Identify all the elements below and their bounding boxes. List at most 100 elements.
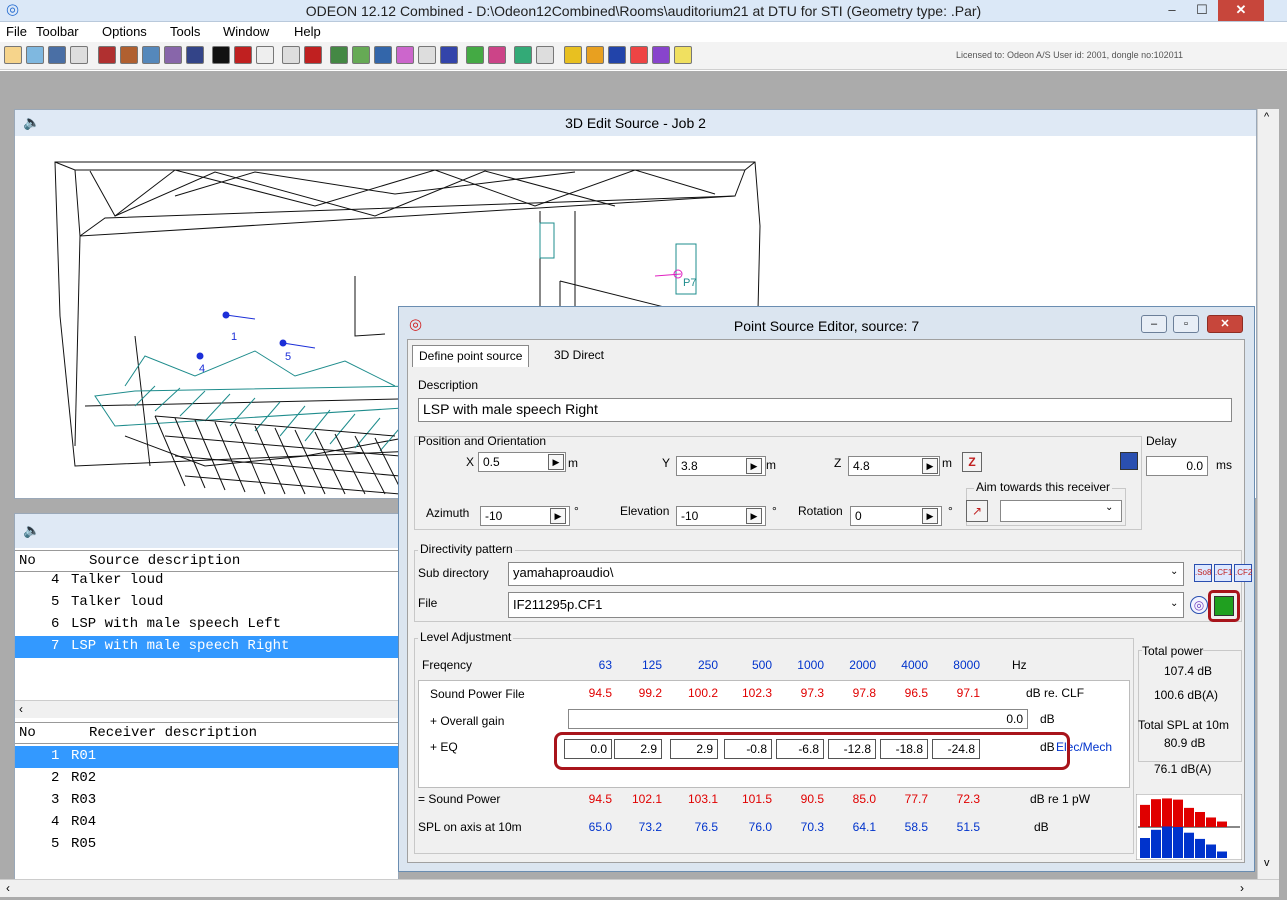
total-spl-value: 80.9 dB xyxy=(1164,736,1206,750)
total-power-a-value: 100.6 dB(A) xyxy=(1154,688,1219,702)
scroll-left-icon[interactable]: ‹ xyxy=(6,881,10,895)
source-label-4: 4 xyxy=(199,363,205,375)
aim-receiver-select[interactable]: ⌄ xyxy=(1000,500,1122,522)
eq-field[interactable]: -18.8 xyxy=(880,739,928,759)
menu-file[interactable]: File xyxy=(6,24,27,39)
tool-icon-16[interactable] xyxy=(514,46,532,64)
swl-file-cell: 100.2 xyxy=(687,686,718,700)
rotation-spin-button[interactable]: ▶ xyxy=(922,508,938,524)
file-select[interactable]: IF211295p.CF1 xyxy=(508,592,1184,618)
spl-bar xyxy=(1162,826,1172,858)
main-horizontal-scrollbar[interactable]: ‹ › xyxy=(0,879,1279,897)
source-col-description: Source description xyxy=(89,553,241,569)
tool-icon-22[interactable] xyxy=(652,46,670,64)
balloon-view-icon[interactable]: ◎ xyxy=(1190,596,1208,614)
tool-icon-6[interactable] xyxy=(256,46,274,64)
info-icon[interactable] xyxy=(212,46,230,64)
tool-icon-4[interactable] xyxy=(164,46,182,64)
source-row[interactable]: 6 LSP with male speech Left xyxy=(15,614,398,636)
tool-icon-18[interactable] xyxy=(564,46,582,64)
tool-icon-17[interactable] xyxy=(536,46,554,64)
tool-icon-12[interactable] xyxy=(418,46,436,64)
description-field[interactable]: LSP with male speech Right xyxy=(418,398,1232,422)
menu-toolbar[interactable]: Toolbar xyxy=(36,24,79,39)
tool-icon-5[interactable] xyxy=(234,46,252,64)
menu-help[interactable]: Help xyxy=(294,24,321,39)
source-list-hscroll[interactable]: ‹ xyxy=(15,700,398,718)
z-label: Z xyxy=(834,456,842,470)
eq-field[interactable]: -0.8 xyxy=(724,739,772,759)
tool-icon-15[interactable] xyxy=(488,46,506,64)
maximize-button[interactable]: ☐ xyxy=(1188,0,1216,21)
receiver-row[interactable]: 4 R04 xyxy=(15,812,398,834)
tool-icon-2[interactable] xyxy=(120,46,138,64)
room-icon[interactable] xyxy=(26,46,44,64)
main-vertical-scrollbar[interactable]: ^ v xyxy=(1257,109,1279,879)
receiver-row[interactable]: 5 R05 xyxy=(15,834,398,856)
z-spin-button[interactable]: ▶ xyxy=(922,458,938,474)
dialog-close-button[interactable]: ✕ xyxy=(1207,315,1243,333)
eq-field[interactable]: -24.8 xyxy=(932,739,980,759)
menu-tools[interactable]: Tools xyxy=(170,24,200,39)
delay-field[interactable]: 0.0 xyxy=(1146,456,1208,476)
scroll-left-icon[interactable]: ‹ xyxy=(19,702,23,716)
minimize-button[interactable]: – xyxy=(1158,0,1186,21)
overall-gain-field[interactable]: 0.0 xyxy=(568,709,1028,729)
tool-icon-19[interactable] xyxy=(586,46,604,64)
eq-field[interactable]: -12.8 xyxy=(828,739,876,759)
eq-field[interactable]: 2.9 xyxy=(614,739,662,759)
dialog-minimize-button[interactable]: – xyxy=(1141,315,1167,333)
print-icon[interactable] xyxy=(70,46,88,64)
tool-icon-8[interactable] xyxy=(330,46,348,64)
lightbulb-icon[interactable] xyxy=(674,46,692,64)
tool-icon-14[interactable] xyxy=(466,46,484,64)
cf1-button[interactable]: .CF1 xyxy=(1214,564,1232,582)
eq-field[interactable]: -6.8 xyxy=(776,739,824,759)
tool-icon-21[interactable] xyxy=(630,46,648,64)
source-row[interactable]: 5 Talker loud xyxy=(15,592,398,614)
subdirectory-select[interactable]: yamahaproaudio\ xyxy=(508,562,1184,586)
tool-icon-20[interactable] xyxy=(608,46,626,64)
tool-icon-3[interactable] xyxy=(142,46,160,64)
open-icon[interactable] xyxy=(4,46,22,64)
elevation-spin-button[interactable]: ▶ xyxy=(746,508,762,524)
tool-icon-7[interactable] xyxy=(304,46,322,64)
menu-window[interactable]: Window xyxy=(223,24,269,39)
materials-icon[interactable] xyxy=(48,46,66,64)
frequency-header: 4000 xyxy=(901,658,928,672)
delay-unit: ms xyxy=(1216,458,1232,472)
source-icon[interactable] xyxy=(282,46,300,64)
source-row[interactable]: 4 Talker loud xyxy=(15,570,398,592)
eq-field[interactable]: 2.9 xyxy=(670,739,718,759)
azimuth-spin-button[interactable]: ▶ xyxy=(550,508,566,524)
tool-icon-11[interactable] xyxy=(396,46,414,64)
tool-icon-13[interactable] xyxy=(440,46,458,64)
scroll-right-icon[interactable]: › xyxy=(1240,881,1244,895)
close-button[interactable]: ✕ xyxy=(1218,0,1264,21)
y-spin-button[interactable]: ▶ xyxy=(746,458,762,474)
sound-power-label: = Sound Power xyxy=(418,792,501,806)
x-unit: m xyxy=(568,456,578,470)
eq-field[interactable]: 0.0 xyxy=(564,739,612,759)
tool-icon-9[interactable] xyxy=(352,46,370,64)
scroll-down-icon[interactable]: v xyxy=(1264,857,1270,869)
receiver-row[interactable]: 3 R03 xyxy=(15,790,398,812)
x-spin-button[interactable]: ▶ xyxy=(548,454,564,470)
aim-tool-icon[interactable]: ↗ xyxy=(966,500,988,522)
menu-options[interactable]: Options xyxy=(102,24,147,39)
tab-define-point-source[interactable]: Define point source xyxy=(412,345,530,367)
tool-icon-1[interactable] xyxy=(98,46,116,64)
cf2-button[interactable]: .CF2 xyxy=(1234,564,1252,582)
gif-icon[interactable] xyxy=(186,46,204,64)
tab-3d-direct[interactable]: 3D Direct xyxy=(548,345,611,367)
tool-icon-10[interactable] xyxy=(374,46,392,64)
source-row-selected[interactable]: 7 LSP with male speech Right xyxy=(15,636,398,658)
so8-button[interactable]: .So8 xyxy=(1194,564,1212,582)
save-icon[interactable] xyxy=(1120,452,1138,470)
dialog-maximize-button[interactable]: ▫ xyxy=(1173,315,1199,333)
receiver-row[interactable]: 2 R02 xyxy=(15,768,398,790)
receiver-row-selected[interactable]: 1 R01 xyxy=(15,746,398,768)
z-height-icon[interactable]: Z xyxy=(962,452,982,472)
scroll-up-icon[interactable]: ^ xyxy=(1264,111,1269,123)
spl-cell: 76.0 xyxy=(748,820,772,834)
